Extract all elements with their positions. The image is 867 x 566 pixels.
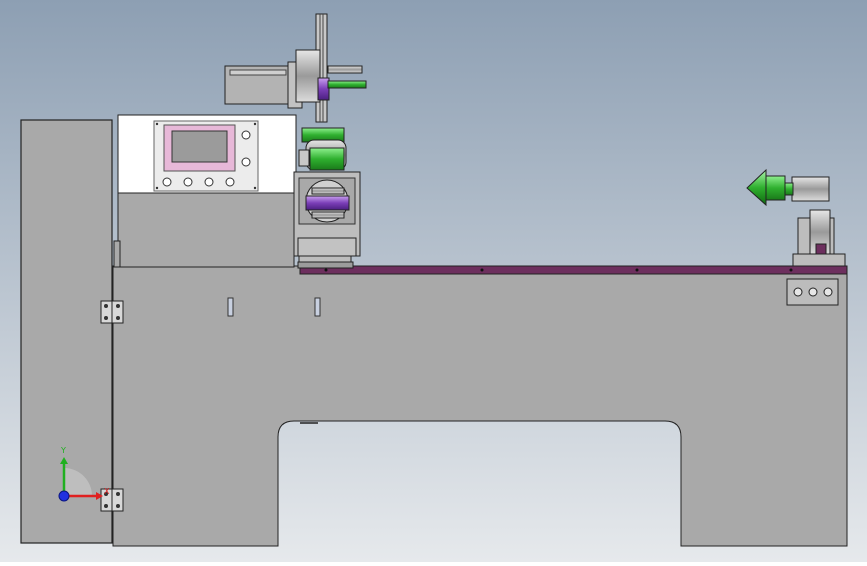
- hmi-button-2[interactable]: [183, 177, 193, 187]
- control-box-step: [113, 240, 121, 268]
- green-spindle: [327, 80, 367, 89]
- purple-roller: [305, 195, 350, 211]
- triad-x-label: X: [104, 487, 110, 496]
- hmi-side-button-bottom[interactable]: [241, 157, 251, 167]
- hmi-button-4[interactable]: [225, 177, 235, 187]
- top-rail: [299, 265, 848, 275]
- triad-y-label: Y: [60, 446, 66, 455]
- hmi-panel[interactable]: [153, 120, 259, 192]
- slot-mark-right: [314, 297, 321, 317]
- cad-viewport[interactable]: X Y: [0, 0, 867, 562]
- door-hinge-top: [100, 300, 124, 324]
- triad-z-axis: [58, 490, 70, 502]
- hmi-side-button-top[interactable]: [241, 130, 251, 140]
- slot-mark-left: [227, 297, 234, 317]
- hmi-button-3[interactable]: [204, 177, 214, 187]
- control-box-lower: [117, 192, 295, 268]
- hmi-screen[interactable]: [171, 130, 228, 163]
- hmi-button-1[interactable]: [162, 177, 172, 187]
- green-roller: [309, 147, 345, 171]
- right-indicator-panel: [786, 278, 839, 306]
